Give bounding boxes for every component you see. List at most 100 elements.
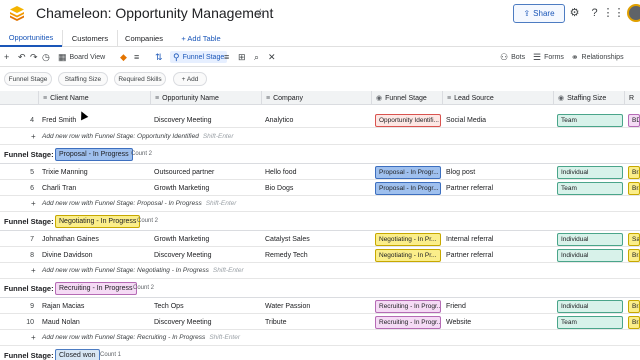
opportunity-name-cell[interactable]: Growth Marketing	[150, 180, 261, 196]
table-row[interactable]: 8 Divine Davidson Discovery Meeting Reme…	[0, 247, 640, 263]
client-name-cell[interactable]: Fred Smith	[38, 112, 150, 128]
opportunity-name-cell[interactable]: Growth Marketing	[150, 231, 261, 247]
add-row-button[interactable]: + Add new row with Funnel Stage: Negotia…	[0, 263, 640, 279]
table-row[interactable]: 9 Rajan Macias Tech Ops Water Passion Re…	[0, 298, 640, 314]
staffing-size-cell[interactable]: Team	[553, 314, 624, 330]
staffing-size-cell[interactable]: Individual	[553, 247, 624, 263]
funnel-stage-cell[interactable]: Proposal - In Progr...	[371, 180, 442, 196]
relationships-button[interactable]: ⚭ Relationships	[571, 51, 624, 63]
staffing-size-cell[interactable]: Individual	[553, 164, 624, 180]
client-name-cell[interactable]: Rajan Macias	[38, 298, 150, 314]
star-icon[interactable]: ☆	[255, 6, 266, 20]
lead-source-cell[interactable]: Internal referral	[442, 231, 553, 247]
add-icon[interactable]: +	[4, 51, 12, 63]
group-header[interactable]: Funnel Stage: Proposal - In Progress Cou…	[0, 146, 640, 164]
forms-button[interactable]: ☰ Forms	[533, 51, 564, 63]
avatar[interactable]	[627, 4, 640, 22]
add-row-button[interactable]: + Add new row with Funnel Stage: Opportu…	[0, 129, 640, 145]
skills-cell[interactable]: Bran	[624, 164, 640, 180]
opportunity-name-cell[interactable]: Tech Ops	[150, 298, 261, 314]
tab-customers[interactable]: Customers	[62, 30, 118, 47]
group-header[interactable]: Funnel Stage: Recruiting - In Progress C…	[0, 280, 640, 298]
chip-funnel-stage[interactable]: Funnel Stage	[4, 72, 52, 86]
funnel-stage-cell[interactable]: Proposal - In Progr...	[371, 164, 442, 180]
opportunity-name-cell[interactable]: Discovery Meeting	[150, 247, 261, 263]
search-icon[interactable]: ⌕	[254, 51, 262, 63]
client-name-cell[interactable]: Maud Nolan	[38, 314, 150, 330]
table-row[interactable]: 4 Fred Smith Discovery Meeting Analytico…	[0, 112, 640, 128]
client-name-cell[interactable]: Divine Davidson	[38, 247, 150, 263]
company-cell[interactable]: Water Passion	[261, 298, 371, 314]
view-selector[interactable]: ▦ Board View	[58, 51, 105, 63]
close-icon[interactable]: ✕	[268, 51, 279, 63]
company-cell[interactable]: Analytico	[261, 112, 371, 128]
table-row[interactable]: 5 Trixie Manning Outsourced partner Hell…	[0, 164, 640, 180]
history-icon[interactable]: ◷	[42, 51, 53, 63]
skills-cell[interactable]: Bran	[624, 180, 640, 196]
redo-icon[interactable]: ↷	[30, 51, 41, 63]
filter-icon[interactable]: ≡	[224, 51, 232, 63]
tab-opportunities[interactable]: Opportunities	[0, 30, 62, 47]
staffing-size-cell[interactable]: Team	[553, 112, 624, 128]
funnel-stage-cell[interactable]: Negotiating - In Pr...	[371, 247, 442, 263]
group-stage-pill: Proposal - In Progress	[55, 148, 133, 161]
staffing-size-cell[interactable]: Individual	[553, 298, 624, 314]
help-icon[interactable]: ?	[588, 6, 601, 19]
sort-icon[interactable]: ⇅	[155, 51, 166, 63]
add-row-button[interactable]: + Add new row with Funnel Stage: Recruit…	[0, 330, 640, 346]
opportunity-name-cell[interactable]: Outsourced partner	[150, 164, 261, 180]
color-icon[interactable]: ◆	[120, 51, 130, 63]
table-row[interactable]: 10 Maud Nolan Discovery Meeting Tribute …	[0, 314, 640, 330]
chip-add[interactable]: + Add	[173, 72, 207, 86]
row-height-icon[interactable]: ≡	[134, 51, 142, 63]
skill-pill: Sale	[628, 232, 640, 246]
apps-grid-icon[interactable]: ⋮⋮	[603, 6, 625, 19]
funnel-stage-cell[interactable]: Recruiting - In Progr...	[371, 298, 442, 314]
add-table-button[interactable]: + Add Table	[172, 30, 230, 47]
staffing-size-cell[interactable]: Team	[553, 180, 624, 196]
share-label: Share	[533, 9, 555, 18]
funnel-stage-cell[interactable]: Recruiting - In Progr...	[371, 314, 442, 330]
funnel-stage-cell[interactable]: Negotiating - In Pr...	[371, 231, 442, 247]
company-cell[interactable]: Tribute	[261, 314, 371, 330]
company-cell[interactable]: Hello food	[261, 164, 371, 180]
share-button[interactable]: ⇪ Share	[513, 4, 565, 23]
group-header[interactable]: Funnel Stage: Negotiating - In Progress …	[0, 213, 640, 231]
client-name-cell[interactable]: Trixie Manning	[38, 164, 150, 180]
funnel-stage-cell[interactable]: Opportunity Identifi...	[371, 112, 442, 128]
lead-source-cell[interactable]: Partner referral	[442, 180, 553, 196]
client-name-cell[interactable]: Johnathan Gaines	[38, 231, 150, 247]
client-name-cell[interactable]: Charli Tran	[38, 180, 150, 196]
lead-source-cell[interactable]: Partner referral	[442, 247, 553, 263]
lead-source-cell[interactable]: Social Media	[442, 112, 553, 128]
gear-icon[interactable]: ⚙	[568, 6, 581, 19]
tab-companies[interactable]: Companies	[118, 30, 170, 47]
chip-staffing-size[interactable]: Staffing Size	[58, 72, 108, 86]
table-row[interactable]: 6 Charli Tran Growth Marketing Bio Dogs …	[0, 180, 640, 196]
skills-cell[interactable]: Bran	[624, 247, 640, 263]
opportunity-name-cell[interactable]: Discovery Meeting	[150, 314, 261, 330]
table-row[interactable]: 7 Johnathan Gaines Growth Marketing Cata…	[0, 231, 640, 247]
lead-source-cell[interactable]: Website	[442, 314, 553, 330]
chip-required-skills[interactable]: Required Skills	[114, 72, 166, 86]
skills-cell[interactable]: Bran	[624, 298, 640, 314]
app-logo-icon[interactable]	[9, 5, 25, 21]
columns-icon[interactable]: ⊞	[238, 51, 249, 63]
undo-icon[interactable]: ↶	[18, 51, 29, 63]
skills-cell[interactable]: BD	[624, 112, 640, 128]
group-header[interactable]: Funnel Stage: Closed won Count 1	[0, 347, 640, 360]
skills-cell[interactable]: Sale	[624, 231, 640, 247]
lead-source-cell[interactable]: Blog post	[442, 164, 553, 180]
lead-source-cell[interactable]: Friend	[442, 298, 553, 314]
opportunity-name-cell[interactable]: Discovery Meeting	[150, 112, 261, 128]
add-row-button[interactable]: + Add new row with Funnel Stage: Proposa…	[0, 196, 640, 212]
company-cell[interactable]: Remedy Tech	[261, 247, 371, 263]
group-chips-bar: Funnel Stage Staffing Size Required Skil…	[0, 67, 640, 91]
skills-cell[interactable]: Bran	[624, 314, 640, 330]
shortcut-hint: Shift-Enter	[212, 267, 244, 274]
group-by-funnel-button[interactable]: ⚲ Funnel Stage	[170, 51, 228, 63]
bots-button[interactable]: ⚇ Bots	[500, 51, 525, 63]
company-cell[interactable]: Catalyst Sales	[261, 231, 371, 247]
staffing-size-cell[interactable]: Individual	[553, 231, 624, 247]
company-cell[interactable]: Bio Dogs	[261, 180, 371, 196]
